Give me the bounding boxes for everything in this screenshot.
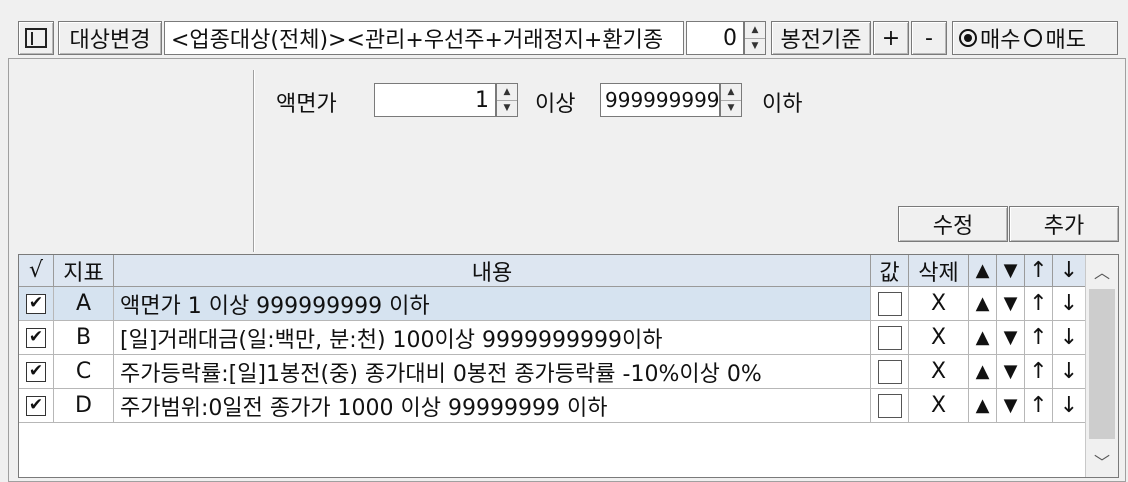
candle-offset-input[interactable]: 0 xyxy=(686,21,744,55)
header-content: 내용 xyxy=(114,255,871,287)
row-indicator: A xyxy=(54,287,114,321)
radio-selected-icon xyxy=(959,29,977,47)
candle-offset-value: 0 xyxy=(723,25,737,51)
row-move-up-button[interactable]: ▲ xyxy=(969,287,997,321)
row-move-down-button[interactable]: ▼ xyxy=(997,321,1025,355)
row-arrow-up-button[interactable]: ↑ xyxy=(1025,287,1053,321)
panel-icon xyxy=(25,28,47,48)
row-move-up-button[interactable]: ▲ xyxy=(969,355,997,389)
sell-label: 매도 xyxy=(1045,28,1086,53)
row-move-down-button[interactable]: ▼ xyxy=(997,287,1025,321)
spin-down-icon[interactable]: ▼ xyxy=(497,101,517,117)
target-condition-field[interactable]: <업종대상(전체)><관리+우선주+거래정지+환기종 xyxy=(164,21,684,55)
min-value-text: 1 xyxy=(475,87,489,113)
panel-toggle-button[interactable] xyxy=(18,21,54,55)
row-content: 액면가 1 이상 999999999 이하 xyxy=(114,287,871,321)
edit-button[interactable]: 수정 xyxy=(898,206,1008,242)
row-checkbox[interactable]: ✔ xyxy=(19,389,54,423)
row-content: 주가범위:0일전 종가가 1000 이상 99999999 이하 xyxy=(114,389,871,423)
checkmark-icon: ✔ xyxy=(26,327,46,348)
row-arrow-up-button[interactable]: ↑ xyxy=(1025,321,1053,355)
buy-label: 매수 xyxy=(980,28,1021,53)
header-value: 값 xyxy=(871,255,909,287)
vertical-scrollbar[interactable]: ︿ ﹀ xyxy=(1085,255,1118,477)
header-indicator: 지표 xyxy=(54,255,114,287)
row-value-checkbox[interactable] xyxy=(871,389,909,423)
checkmark-icon: ✔ xyxy=(26,361,46,382)
empty-checkbox-icon xyxy=(877,325,902,350)
header-check: √ xyxy=(19,255,54,287)
max-value-text: 999999999 xyxy=(605,88,720,112)
empty-checkbox-icon xyxy=(877,393,902,418)
candle-offset-spinner[interactable]: ▲ ▼ xyxy=(744,21,766,55)
buy-sell-group: 매수 매도 xyxy=(952,21,1118,55)
row-content: [일]거래대금(일:백만, 분:천) 100이상 9999999999이하 xyxy=(114,321,871,355)
sell-radio[interactable]: 매도 xyxy=(1024,22,1086,54)
row-move-up-button[interactable]: ▲ xyxy=(969,389,997,423)
row-arrow-down-button[interactable]: ↓ xyxy=(1053,389,1086,423)
spin-down-icon[interactable]: ▼ xyxy=(721,101,741,117)
spin-up-icon[interactable]: ▲ xyxy=(497,84,517,101)
row-checkbox[interactable]: ✔ xyxy=(19,321,54,355)
plus-button[interactable]: + xyxy=(873,21,909,55)
max-suffix-label: 이하 xyxy=(762,92,803,117)
row-value-checkbox[interactable] xyxy=(871,321,909,355)
min-value-spinner[interactable]: ▲ ▼ xyxy=(496,83,518,117)
row-indicator: B xyxy=(54,321,114,355)
row-arrow-up-button[interactable]: ↑ xyxy=(1025,355,1053,389)
target-change-button[interactable]: 대상변경 xyxy=(58,21,162,55)
vertical-divider xyxy=(253,70,255,252)
scroll-up-icon[interactable]: ︿ xyxy=(1086,255,1118,287)
row-arrow-up-button[interactable]: ↑ xyxy=(1025,389,1053,423)
add-button[interactable]: 추가 xyxy=(1009,206,1119,242)
scroll-down-icon[interactable]: ﹀ xyxy=(1086,445,1118,477)
empty-checkbox-icon xyxy=(877,291,902,316)
row-checkbox[interactable]: ✔ xyxy=(19,287,54,321)
condition-grid: √ 지표 내용 값 삭제 ▲ ▼ ↑ ↓ ✔ A 액면가 1 이상 99999999… xyxy=(18,254,1119,478)
row-checkbox[interactable]: ✔ xyxy=(19,355,54,389)
spin-down-icon[interactable]: ▼ xyxy=(745,39,765,55)
row-indicator: C xyxy=(54,355,114,389)
max-value-input[interactable]: 999999999 xyxy=(600,83,720,117)
min-suffix-label: 이상 xyxy=(535,92,576,117)
max-value-spinner[interactable]: ▲ ▼ xyxy=(720,83,742,117)
condition-name-label: 액면가 xyxy=(276,92,337,117)
row-move-up-button[interactable]: ▲ xyxy=(969,321,997,355)
header-move-up: ▲ xyxy=(969,255,997,287)
row-delete-button[interactable]: X xyxy=(909,389,969,423)
row-delete-button[interactable]: X xyxy=(909,321,969,355)
candle-basis-button[interactable]: 봉전기준 xyxy=(771,21,871,55)
spin-up-icon[interactable]: ▲ xyxy=(721,84,741,101)
checkmark-icon: ✔ xyxy=(26,293,46,314)
row-delete-button[interactable]: X xyxy=(909,287,969,321)
row-move-down-button[interactable]: ▼ xyxy=(997,355,1025,389)
spin-up-icon[interactable]: ▲ xyxy=(745,22,765,39)
row-value-checkbox[interactable] xyxy=(871,355,909,389)
header-delete: 삭제 xyxy=(909,255,969,287)
empty-checkbox-icon xyxy=(877,359,902,384)
header-move-down: ▼ xyxy=(997,255,1025,287)
row-delete-button[interactable]: X xyxy=(909,355,969,389)
checkmark-icon: ✔ xyxy=(26,395,46,416)
header-arrow-down: ↓ xyxy=(1053,255,1086,287)
row-arrow-down-button[interactable]: ↓ xyxy=(1053,355,1086,389)
row-value-checkbox[interactable] xyxy=(871,287,909,321)
row-arrow-down-button[interactable]: ↓ xyxy=(1053,321,1086,355)
target-condition-text: <업종대상(전체)><관리+우선주+거래정지+환기종 xyxy=(171,28,664,53)
row-indicator: D xyxy=(54,389,114,423)
minus-button[interactable]: - xyxy=(911,21,947,55)
min-value-input[interactable]: 1 xyxy=(374,83,496,117)
radio-unselected-icon xyxy=(1024,29,1043,47)
row-content: 주가등락률:[일]1봉전(중) 종가대비 0봉전 종가등락률 -10%이상 0% xyxy=(114,355,871,389)
row-arrow-down-button[interactable]: ↓ xyxy=(1053,287,1086,321)
buy-radio[interactable]: 매수 xyxy=(959,22,1020,54)
row-move-down-button[interactable]: ▼ xyxy=(997,389,1025,423)
scroll-thumb[interactable] xyxy=(1089,289,1115,439)
header-arrow-up: ↑ xyxy=(1025,255,1053,287)
